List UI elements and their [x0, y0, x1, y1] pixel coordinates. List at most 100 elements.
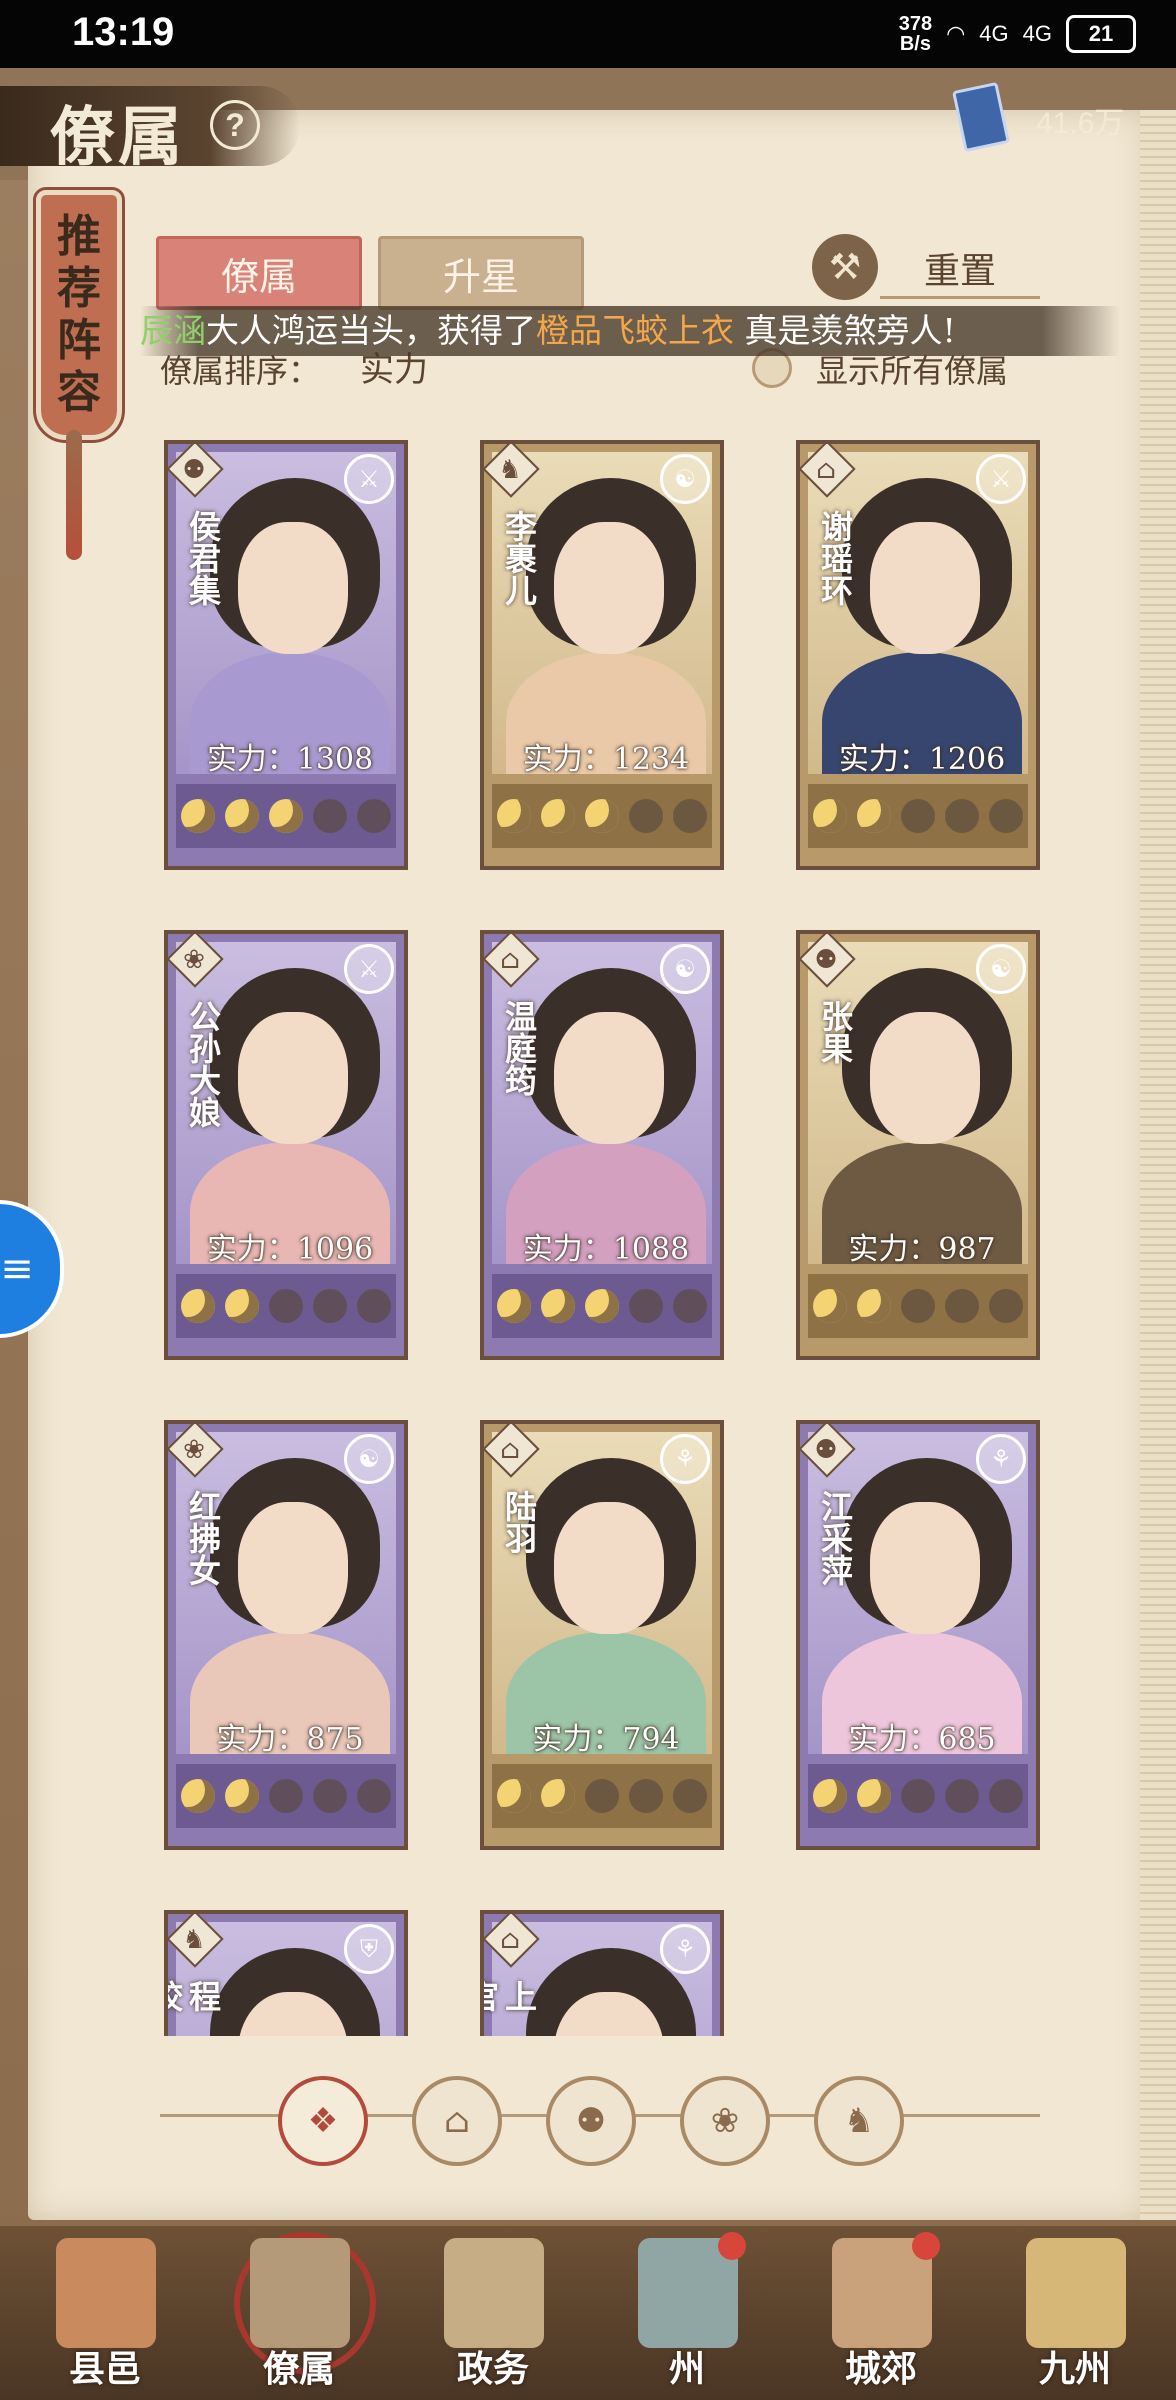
tab-retainers[interactable]: 僚属 [156, 236, 362, 310]
nav-label: 九州 [1038, 2348, 1111, 2390]
empty-star-icon [901, 1779, 935, 1813]
moon-star-icon [541, 1289, 575, 1323]
retainer-icon [250, 2238, 350, 2348]
sword-icon: ⚔ [344, 944, 394, 994]
moon-star-icon [225, 799, 259, 833]
empty-star-icon [901, 799, 935, 833]
broadcast-player-name: 辰涵 [140, 311, 206, 350]
nav-item[interactable]: 僚属 [224, 2232, 376, 2398]
shell-icon: ⚘ [976, 1434, 1026, 1484]
nav-label: 州 [668, 2348, 705, 2390]
gourd-icon: ⚉ [814, 945, 838, 975]
empty-star-icon [989, 1779, 1023, 1813]
retainer-power: 实力：875 [216, 1722, 364, 1757]
broadcast-item-name: 橙品飞蛟上衣 [536, 311, 734, 350]
empty-star-icon [673, 1289, 707, 1323]
taiji-icon: ☯ [976, 944, 1026, 994]
star-rating [176, 1274, 396, 1338]
nav-label: 政务 [456, 2348, 529, 2390]
wifi-icon: ◠ [946, 21, 966, 46]
nav-label: 县邑 [68, 2348, 141, 2390]
signal-icon: 4G [1022, 21, 1052, 46]
broadcast-text: 大人鸿运当头，获得了 [206, 311, 536, 350]
nav-item[interactable]: 州 [612, 2232, 762, 2398]
all-filter-icon[interactable]: ❖ [278, 2076, 368, 2166]
gourd-icon: ⚉ [814, 1435, 838, 1465]
hat-icon: ⌂ [816, 455, 836, 485]
map-icon [1026, 2238, 1126, 2348]
page-edge [1140, 110, 1176, 2220]
retainer-card[interactable]: ❀ ☯ 红拂女 实力：875 [164, 1420, 408, 1850]
moon-star-icon [497, 1779, 531, 1813]
fan-filter-icon[interactable]: ❀ [680, 2076, 770, 2166]
empty-star-icon [585, 1779, 619, 1813]
retainer-card[interactable]: ⚉ ⚘ 江采萍实力：685 [796, 1420, 1040, 1850]
retainer-name: 程咬 [164, 1980, 222, 2012]
moon-star-icon [225, 1779, 259, 1813]
moon-star-icon [813, 799, 847, 833]
horse-filter-icon[interactable]: ♞ [814, 2076, 904, 2166]
retainer-card[interactable]: ⌂ ⚘ 上官 [480, 1910, 724, 2036]
moon-star-icon [497, 799, 531, 833]
retainer-name: 上官 [480, 1980, 538, 2012]
empty-star-icon [313, 1289, 347, 1323]
broadcast-text: 真是羡煞旁人! [744, 311, 956, 350]
fan-icon: ❀ [183, 945, 205, 975]
star-rating [808, 784, 1028, 848]
moon-star-icon [269, 799, 303, 833]
retainer-card[interactable]: ♞ ⛨ 程咬 [164, 1910, 408, 2036]
net-speed: 378 B/s [898, 13, 933, 55]
retainer-power: 实力：685 [848, 1722, 996, 1757]
empty-star-icon [269, 1779, 303, 1813]
reset-button[interactable]: 重置 [880, 240, 1040, 299]
retainer-name: 温庭筠 [500, 1000, 538, 1096]
gourd-filter-icon[interactable]: ⚉ [546, 2076, 636, 2166]
retainer-card[interactable]: ♞ ☯ 李裹儿 实力：1234 [480, 440, 724, 870]
nav-item[interactable]: 九州 [1000, 2232, 1150, 2398]
taiji-icon: ☯ [344, 1434, 394, 1484]
currency-value: 41.6万 [1036, 107, 1125, 140]
taiji-icon: ☯ [660, 454, 710, 504]
notification-dot [718, 2232, 746, 2260]
empty-star-icon [989, 1289, 1023, 1323]
retainer-card[interactable]: ⌂ ⚔ 谢瑶环 实力：1206 [796, 440, 1040, 870]
empty-star-icon [269, 1289, 303, 1323]
hat-filter-icon[interactable]: ⌂ [412, 2076, 502, 2166]
empty-star-icon [313, 1779, 347, 1813]
moon-star-icon [813, 1779, 847, 1813]
empty-star-icon [313, 799, 347, 833]
retainer-power: 实力：1234 [522, 742, 690, 777]
reset-icon[interactable]: ⚒ [812, 234, 878, 300]
moon-star-icon [181, 799, 215, 833]
empty-star-icon [945, 1779, 979, 1813]
retainer-name: 李裹儿 [500, 510, 538, 606]
moon-star-icon [225, 1289, 259, 1323]
moon-star-icon [541, 799, 575, 833]
retainer-card[interactable]: ❀ ⚔ 公孙大娘 实力：1096 [164, 930, 408, 1360]
retainer-name: 红拂女 [184, 1490, 222, 1586]
retainer-card[interactable]: ⌂ ☯ 温庭筠 实力：1088 [480, 930, 724, 1360]
empty-star-icon [673, 1779, 707, 1813]
recommended-lineup-tab[interactable]: 推荐阵容 [33, 187, 125, 443]
status-time: 13:19 [72, 10, 175, 54]
help-icon[interactable]: ? [210, 100, 260, 150]
notification-dot [912, 2232, 940, 2260]
moon-star-icon [857, 1289, 891, 1323]
retainer-name: 江采萍 [816, 1490, 854, 1586]
retainer-card[interactable]: ⚉ ⚔ 侯君集 实力：1308 [164, 440, 408, 870]
retainer-card[interactable]: ⚉ ☯ 张果 实力：987 [796, 930, 1040, 1360]
retainer-power: 实力：794 [532, 1722, 680, 1757]
empty-star-icon [357, 1779, 391, 1813]
retainer-card[interactable]: ⌂ ⚘ 陆羽 实力：794 [480, 1420, 724, 1850]
tab-star-upgrade[interactable]: 升星 [378, 236, 584, 310]
nav-item[interactable]: 政务 [418, 2232, 568, 2398]
moon-star-icon [857, 799, 891, 833]
empty-star-icon [673, 799, 707, 833]
empty-star-icon [945, 799, 979, 833]
empty-star-icon [629, 799, 663, 833]
moon-star-icon [585, 1289, 619, 1323]
nav-item[interactable]: 城郊 [806, 2232, 956, 2398]
empty-star-icon [945, 1289, 979, 1323]
star-rating [492, 1274, 712, 1338]
nav-item[interactable]: 县邑 [30, 2232, 180, 2398]
